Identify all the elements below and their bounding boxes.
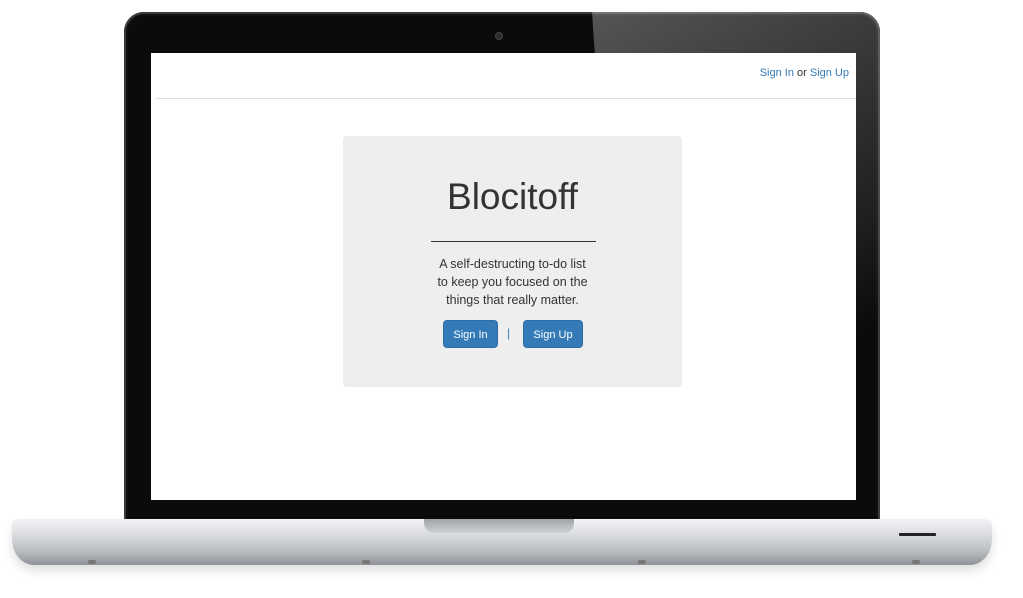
- laptop-foot: [362, 560, 370, 564]
- hero-panel: Blocitoff A self-destructing to-do list …: [343, 136, 682, 387]
- top-navbar: Sign In or Sign Up: [156, 53, 856, 99]
- laptop-foot: [638, 560, 646, 564]
- laptop-slot: [899, 533, 936, 536]
- nav-signup-link[interactable]: Sign Up: [810, 67, 849, 79]
- tagline-line: to keep you focused on the: [437, 275, 588, 289]
- page-title: Blocitoff: [447, 176, 578, 217]
- laptop-foot: [912, 560, 920, 564]
- auth-links: Sign In or Sign Up: [760, 67, 849, 79]
- webcam: [496, 33, 502, 39]
- browser-viewport: Sign In or Sign Up Blocitoff A self-dest…: [151, 53, 856, 500]
- signin-button[interactable]: Sign In: [443, 320, 498, 348]
- nav-signin-link[interactable]: Sign In: [760, 67, 794, 79]
- signup-button[interactable]: Sign Up: [523, 320, 583, 348]
- laptop-opening-notch: [424, 519, 574, 533]
- tagline: A self-destructing to-do list to keep yo…: [343, 255, 682, 309]
- nav-or-text: or: [797, 67, 807, 79]
- button-separator: |: [507, 326, 511, 340]
- tagline-line: things that really matter.: [446, 293, 579, 307]
- tagline-line: A self-destructing to-do list: [439, 257, 586, 271]
- title-divider: [431, 241, 596, 242]
- laptop-foot: [88, 560, 96, 564]
